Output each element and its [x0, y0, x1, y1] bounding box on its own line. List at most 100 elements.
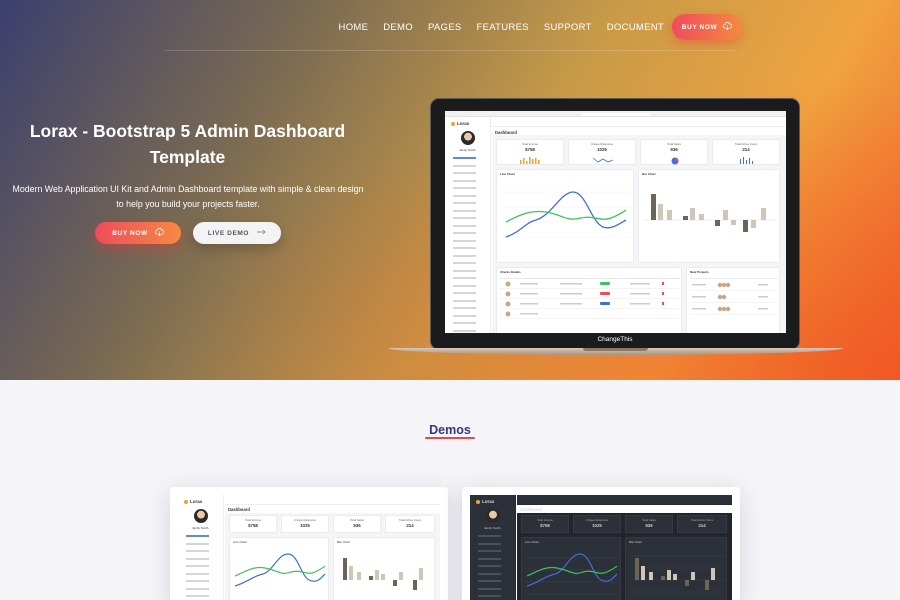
avatar: [486, 509, 500, 523]
stat-value: 936: [645, 523, 653, 528]
user-name: Emily Smith: [484, 526, 501, 530]
stat-value: $758: [248, 523, 258, 528]
hero-section: HOME DEMO PAGES FEATURES SUPPORT DOCUMEN…: [0, 0, 900, 380]
nav-document[interactable]: DOCUMENT: [607, 22, 664, 33]
nav-demo[interactable]: DEMO: [383, 22, 413, 33]
user-name: Emily Smith: [192, 526, 209, 530]
cloud-download-icon: [723, 22, 733, 32]
line-chart-title: Line Chart: [525, 540, 539, 544]
line-chart-card: Line Chart: [521, 537, 621, 600]
stat-value: 214: [698, 523, 706, 528]
stat-value: 936: [353, 523, 361, 528]
stat-card: Unique Response 1025: [281, 515, 329, 533]
stat-title: Total Sales: [667, 142, 681, 146]
dashboard-logo: Lorax: [476, 499, 494, 504]
projects-card: New Projects: [686, 267, 780, 333]
stat-title: Total Active Users: [734, 142, 758, 146]
dashboard-main: Total Income $758 Unique Response 1025 Tot…: [225, 513, 440, 600]
buy-now-button[interactable]: BUY NOW: [95, 222, 181, 244]
stat-title: Unique Response: [585, 518, 609, 522]
line-chart-title: Line Chart: [233, 540, 247, 544]
stat-title: Total Income: [245, 518, 261, 522]
stat-card: Total Income $758: [521, 515, 569, 533]
dashboard-page-title: Dashboard: [520, 507, 542, 512]
nav-home[interactable]: HOME: [339, 22, 369, 33]
stat-title: Total Active Users: [690, 518, 714, 522]
stat-value: $758: [540, 523, 550, 528]
demos-title: Demos: [429, 423, 471, 437]
projects-list: [690, 278, 778, 315]
stat-card: Total Sales 936: [625, 515, 673, 533]
demos-underline: [425, 437, 475, 439]
spark-bars: [740, 157, 753, 164]
demo-card-dark[interactable]: Lorax Emily Smith Dashboard Total Income…: [462, 487, 740, 600]
dashboard-page-title: Dashboard: [228, 507, 250, 512]
bar-chart: [343, 558, 423, 590]
bar-chart: [629, 555, 725, 593]
stat-card: Total Active Users 214: [712, 139, 780, 165]
line-chart-card: Line Chart: [229, 537, 329, 600]
bar-chart: [643, 194, 777, 232]
laptop-notch: [583, 348, 648, 351]
cloud-download-icon: [154, 228, 165, 238]
stat-card: Total Sales 936: [333, 515, 381, 533]
nav-support[interactable]: SUPPORT: [544, 22, 592, 33]
bar-chart-card: Bar Chart: [638, 169, 780, 263]
dashboard-main: Total Income $758 Unique Response 1025 T…: [492, 135, 786, 333]
dashboard-preview-dark: Lorax Emily Smith Dashboard Total Income…: [470, 495, 732, 600]
stat-value: 1025: [300, 523, 310, 528]
buy-now-label: BUY NOW: [112, 229, 148, 237]
hero-subtitle: Modern Web Application UI Kit and Admin …: [12, 184, 364, 209]
laptop-screen: Lorax Emily Smith Dashboard Total Income…: [445, 111, 786, 333]
stat-card: Total Active Users 214: [385, 515, 435, 533]
stat-title: Total Sales: [642, 518, 656, 522]
stat-title: Total Active Users: [398, 518, 422, 522]
live-demo-label: LIVE DEMO: [207, 229, 250, 237]
stat-card: Unique Response 1025: [573, 515, 621, 533]
nav-buy-now-button[interactable]: BUY NOW: [672, 14, 742, 40]
dashboard-logo: Lorax: [451, 121, 469, 126]
nav-pages[interactable]: PAGES: [428, 22, 462, 33]
dashboard-topbar: [492, 117, 786, 127]
laptop-brand: ChangeThis: [597, 336, 633, 343]
stat-card: Total Sales 936: [640, 139, 708, 165]
line-chart-card: Line Chart: [496, 169, 634, 263]
line-chart: [501, 191, 631, 238]
dashboard-sidebar: Lorax Emily Smith: [445, 117, 491, 333]
spark-pie: [671, 157, 679, 165]
avatar: [194, 509, 208, 523]
line-chart: [234, 553, 326, 587]
stat-value: 1025: [592, 523, 602, 528]
stat-value: 936: [670, 147, 678, 152]
stat-value: $758: [525, 147, 535, 152]
clients-table: [500, 278, 680, 319]
sidebar-menu: [474, 535, 512, 600]
demo-card-light[interactable]: Lorax Emily Smith Dashboard Total Income…: [170, 487, 448, 600]
arrow-right-icon: [257, 229, 266, 237]
spark-bars: [520, 157, 540, 164]
stat-title: Unique Response: [590, 142, 614, 146]
stat-title: Total Income: [537, 518, 553, 522]
line-chart-title: Line Chart: [500, 172, 515, 176]
clients-table-card: Clients Details: [496, 267, 682, 333]
nav-buy-now-label: BUY NOW: [681, 23, 718, 31]
nav-divider: [165, 50, 735, 51]
spark-line: [593, 157, 613, 163]
series-green: [505, 209, 627, 223]
stat-title: Total Sales: [350, 518, 364, 522]
live-demo-button[interactable]: LIVE DEMO: [193, 222, 281, 244]
user-name: Emily Smith: [459, 148, 476, 152]
dashboard-logo: Lorax: [184, 499, 202, 504]
line-chart: [525, 553, 619, 595]
sidebar-menu: [449, 157, 487, 333]
stat-value: 1025: [597, 147, 607, 152]
nav-features[interactable]: FEATURES: [476, 22, 528, 33]
bar-chart-card: Bar Chart: [625, 537, 727, 600]
bar-chart-card: Bar Chart: [333, 537, 435, 600]
dashboard-preview-light: Lorax Emily Smith Dashboard Total Income…: [178, 495, 440, 600]
dashboard-sidebar: Lorax Emily Smith: [470, 495, 516, 600]
stat-card: Total Income $758: [496, 139, 564, 165]
stat-card: Unique Response 1025: [568, 139, 636, 165]
top-nav: HOME DEMO PAGES FEATURES SUPPORT DOCUMEN…: [324, 14, 742, 40]
dashboard-sidebar: Lorax Emily Smith: [178, 495, 224, 600]
